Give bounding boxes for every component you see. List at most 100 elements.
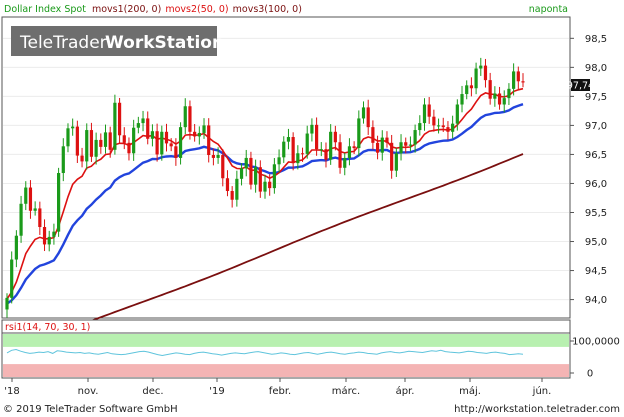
candle-body	[66, 128, 70, 147]
candle-body	[497, 93, 502, 105]
candle-body	[282, 141, 286, 158]
candle-body	[38, 208, 42, 228]
candle-body	[408, 144, 413, 146]
candle-body	[230, 191, 234, 200]
candle-body	[347, 146, 352, 158]
candle-body	[47, 236, 51, 245]
watermark-product: WorkStation	[105, 33, 224, 53]
candle-body	[305, 133, 309, 154]
candle-body	[385, 137, 389, 143]
candle-body	[19, 203, 23, 236]
candle-body	[366, 107, 370, 128]
candle-body	[296, 153, 300, 164]
last-price-label: 97,74	[567, 81, 594, 92]
x-tick-label: '19	[209, 386, 224, 397]
candle-body	[122, 135, 126, 143]
x-tick-label: dec.	[142, 386, 163, 397]
candle-body	[469, 85, 473, 89]
candle-body	[169, 143, 173, 147]
candle-body	[436, 125, 441, 127]
candle-body	[413, 130, 417, 145]
y-tick-label: 94,5	[585, 266, 607, 277]
candle-body	[5, 297, 9, 310]
candle-body	[94, 139, 98, 157]
candle-body	[507, 88, 511, 99]
candle-body	[375, 142, 380, 153]
candle-body	[225, 178, 230, 192]
x-tick-label: jún.	[532, 385, 552, 397]
candle-body	[71, 126, 75, 129]
candle-body	[52, 231, 56, 237]
candle-body	[160, 131, 164, 155]
header-legend: Dollar Index Spot movs1(200, 0) movs2(50…	[4, 4, 302, 15]
x-tick-label: ápr.	[396, 385, 415, 397]
candle-body	[441, 125, 445, 128]
candle-body	[61, 146, 65, 174]
candle-body	[286, 137, 291, 142]
candle-body	[399, 142, 403, 154]
candle-body	[178, 127, 183, 158]
candle-body	[465, 85, 469, 95]
candle-body	[33, 208, 37, 211]
rsi-overbought-band	[3, 334, 569, 347]
y-tick-label: 95,0	[585, 237, 607, 248]
rsi-legend: rsi1(14, 70, 30, 1)	[5, 322, 90, 333]
candle-body	[216, 155, 220, 158]
candle-body	[263, 181, 267, 192]
copyright: © 2019 TeleTrader Software GmbH	[3, 404, 178, 415]
y-tick-label: 96,0	[585, 179, 607, 190]
candle-body	[57, 173, 61, 232]
candle-body	[136, 123, 140, 128]
candle-body	[164, 131, 169, 144]
candle-body	[268, 181, 272, 189]
candle-body	[103, 132, 108, 147]
candle-body	[343, 157, 347, 168]
candle-body	[155, 131, 159, 155]
candle-body	[113, 102, 117, 150]
candle-body	[75, 126, 79, 156]
y-tick-label: 94,0	[585, 295, 607, 306]
candle-body	[211, 155, 215, 158]
instrument-name: Dollar Index Spot	[4, 4, 86, 15]
x-tick-label: febr.	[269, 386, 291, 397]
candle-body	[291, 137, 295, 164]
candle-body	[150, 131, 155, 139]
candle-body	[127, 142, 131, 154]
candle-body	[380, 137, 384, 153]
candle-body	[422, 104, 427, 124]
candle-body	[310, 124, 314, 134]
candle-body	[117, 102, 122, 136]
candle-body	[357, 118, 361, 149]
y-tick-label: 96,5	[585, 150, 607, 161]
period-label: naponta	[529, 4, 568, 15]
candle-body	[333, 131, 337, 143]
candle-body	[404, 142, 408, 146]
candle-body	[258, 167, 262, 192]
y-tick-label: 98,0	[585, 63, 607, 74]
candle-body	[249, 157, 253, 185]
candle-body	[188, 106, 192, 132]
candle-body	[446, 127, 450, 132]
candle-body	[207, 125, 211, 156]
watermark-brand: TeleTrader	[19, 33, 107, 53]
y-tick-label: 97,5	[585, 92, 607, 103]
x-tick-label: '18	[4, 386, 19, 397]
candle-body	[235, 178, 239, 200]
ma1-legend: movs1(200, 0)	[92, 4, 161, 15]
y-tick-label: 97,0	[585, 121, 607, 132]
candle-body	[221, 155, 225, 179]
candle-body	[24, 187, 28, 204]
candle-body	[300, 153, 305, 155]
candle-body	[174, 146, 178, 158]
y-tick-label: 98,5	[585, 34, 607, 45]
candle-body	[146, 118, 150, 139]
x-tick-label: máj.	[459, 385, 481, 397]
ma3-legend: movs3(100, 0)	[233, 4, 302, 15]
candle-body	[371, 127, 375, 143]
candle-body	[277, 157, 281, 165]
candle-body	[418, 123, 422, 131]
candle-body	[85, 130, 89, 162]
candle-body	[493, 93, 497, 99]
candle-body	[315, 124, 319, 150]
source-url[interactable]: http://workstation.teletrader.com	[454, 404, 620, 415]
